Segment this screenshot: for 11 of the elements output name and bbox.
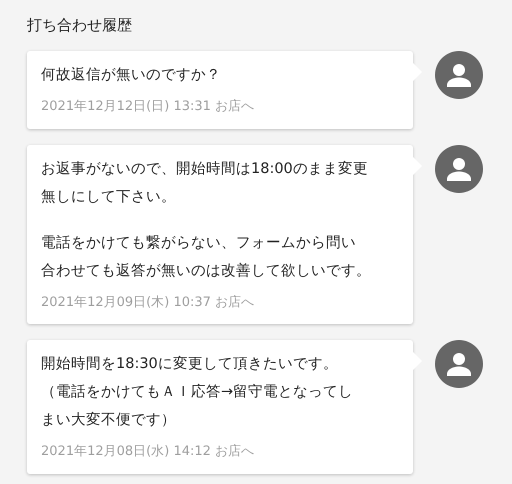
message-text: 開始時間を18:30に変更して頂きたいです。 （電話をかけてもＡＩ応答→留守電となってし まい大変不便です） xyxy=(41,354,354,430)
page-title: 打ち合わせ履歴 xyxy=(27,15,133,36)
message-timestamp: 2021年12月09日(木) 10:37 お店へ xyxy=(41,294,256,312)
avatar-icon xyxy=(435,51,483,99)
avatar-icon xyxy=(435,144,483,192)
message-text: 電話をかけても繋がらない、フォームから問い 合わせても返答が無いのは改善して欲しいです。 xyxy=(41,234,372,280)
message-timestamp: 2021年12月08日(水) 14:12 お店へ xyxy=(41,443,256,461)
message-text: 何故返信が無いのですか？ xyxy=(41,66,222,85)
message-text: お返事がないので、開始時間は18:00のまま変更 無しにして下さい。 xyxy=(41,160,369,206)
avatar-icon xyxy=(435,340,483,388)
message-timestamp: 2021年12月12日(日) 13:31 お店へ xyxy=(41,98,256,116)
